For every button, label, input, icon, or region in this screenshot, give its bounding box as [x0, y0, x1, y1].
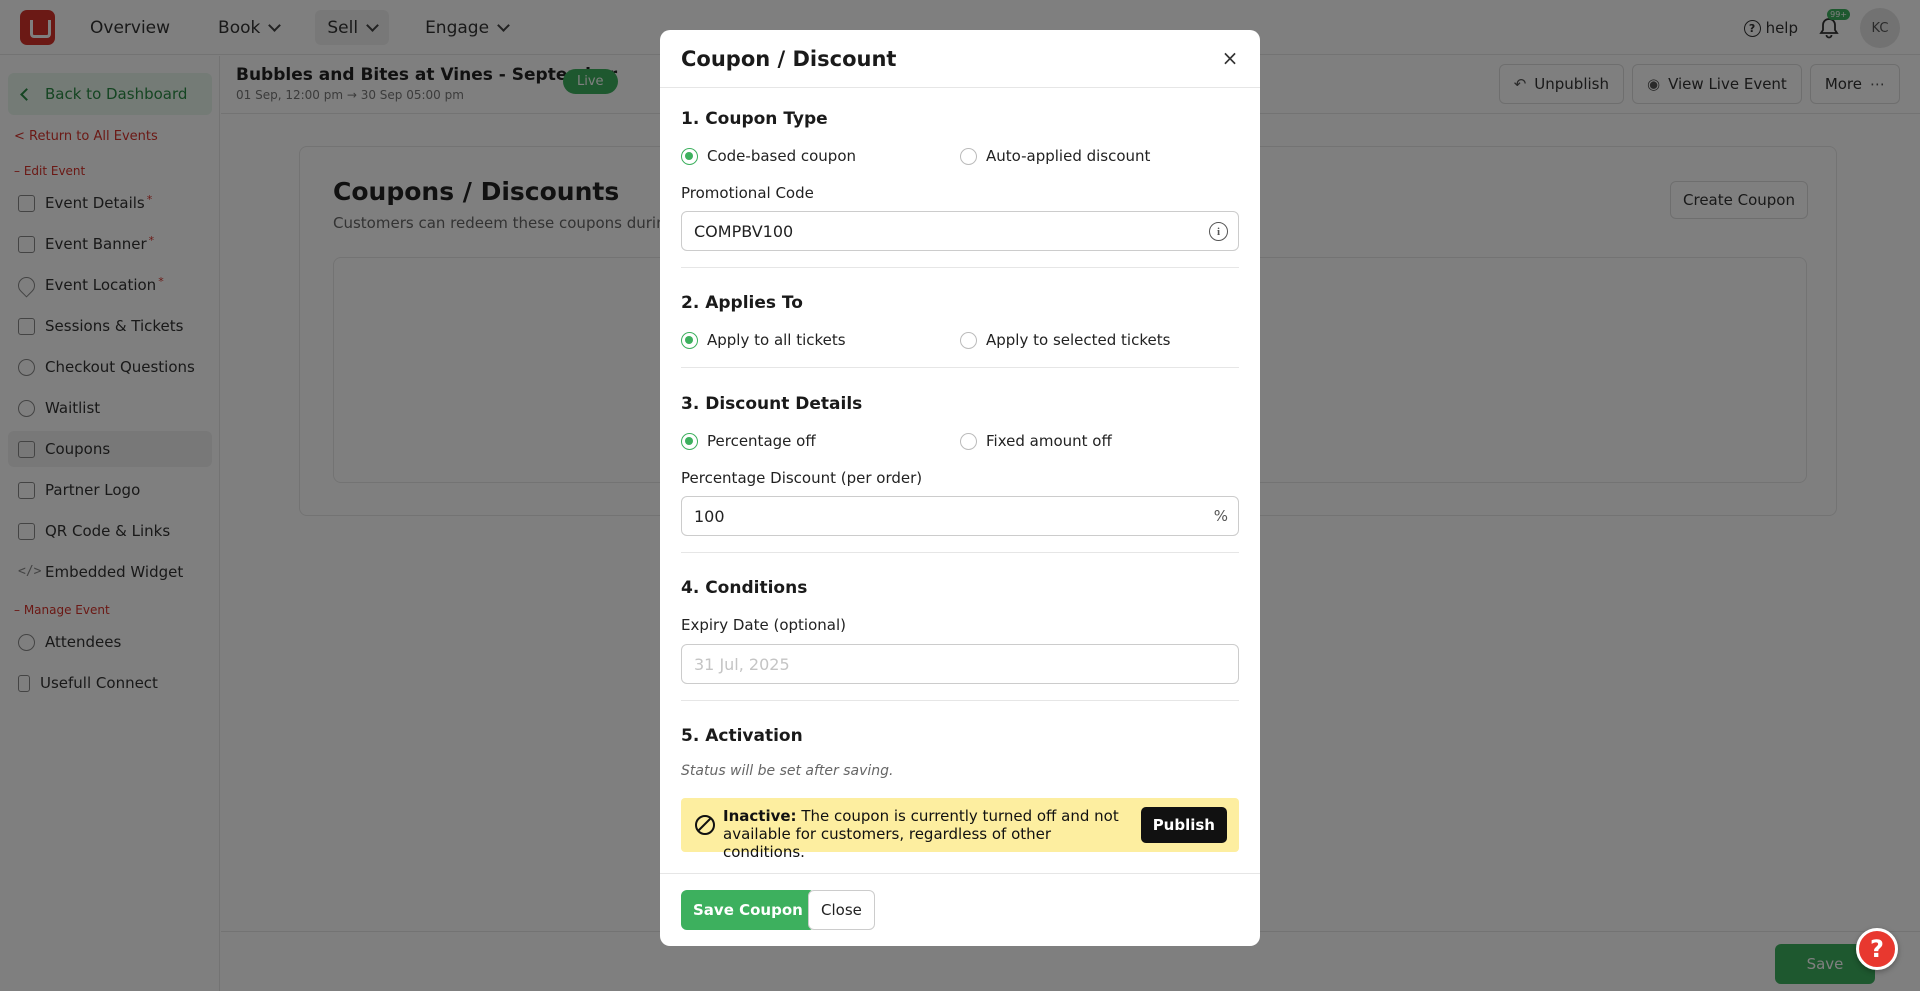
close-button[interactable]: Close — [808, 890, 875, 930]
section-title: 1. Coupon Type — [681, 109, 828, 129]
percentage-discount-label: Percentage Discount (per order) — [681, 469, 923, 487]
close-icon[interactable]: × — [1220, 48, 1240, 68]
radio-checked-icon — [681, 432, 698, 450]
save-coupon-button[interactable]: Save Coupon — [681, 890, 815, 930]
divider — [681, 700, 1239, 701]
modal-header: Coupon / Discount × — [660, 30, 1260, 88]
radio-label: Code-based coupon — [707, 147, 856, 165]
promo-code-label: Promotional Code — [681, 184, 814, 202]
radio-percentage-off[interactable]: Percentage off — [681, 432, 816, 450]
section-discount-details: 3. Discount Details — [681, 394, 1239, 414]
radio-unchecked-icon — [960, 432, 977, 450]
section-title: 4. Conditions — [681, 578, 808, 598]
divider — [681, 367, 1239, 368]
modal-footer: Save Coupon Close — [660, 873, 1260, 946]
status-note: Status will be set after saving. — [681, 763, 894, 779]
alert-message: Inactive: The coupon is currently turned… — [723, 807, 1123, 861]
percentage-value: 100 — [694, 506, 725, 526]
radio-auto-applied[interactable]: Auto-applied discount — [960, 147, 1150, 165]
inactive-alert: Inactive: The coupon is currently turned… — [681, 798, 1239, 861]
section-title: 3. Discount Details — [681, 394, 863, 414]
alert-strong: Inactive: — [723, 807, 797, 825]
section-title: 2. Applies To — [681, 293, 803, 313]
radio-code-based[interactable]: Code-based coupon — [681, 147, 856, 165]
radio-checked-icon — [681, 331, 698, 349]
radio-label: Fixed amount off — [986, 432, 1112, 450]
section-coupon-type: 1. Coupon Type — [681, 109, 1239, 129]
promo-code-value: COMPBV100 — [694, 221, 794, 241]
radio-label: Apply to all tickets — [707, 331, 846, 349]
section-applies-to: 2. Applies To — [681, 293, 1239, 313]
radio-unchecked-icon — [960, 331, 977, 349]
radio-selected-tickets[interactable]: Apply to selected tickets — [960, 331, 1170, 349]
expiry-date-input[interactable]: 31 Jul, 2025 — [681, 644, 1239, 684]
expiry-date-label: Expiry Date (optional) — [681, 616, 846, 634]
help-fab-button[interactable]: ? — [1856, 928, 1898, 970]
coupon-modal: Coupon / Discount × 1. Coupon Type Code-… — [660, 30, 1260, 946]
section-conditions: 4. Conditions — [681, 578, 1239, 598]
divider — [681, 267, 1239, 268]
radio-label: Apply to selected tickets — [986, 331, 1171, 349]
radio-checked-icon — [681, 147, 698, 165]
radio-all-tickets[interactable]: Apply to all tickets — [681, 331, 846, 349]
ban-icon — [695, 815, 715, 835]
modal-title: Coupon / Discount — [681, 47, 897, 71]
publish-button[interactable]: Publish — [1140, 807, 1227, 843]
expiry-placeholder: 31 Jul, 2025 — [694, 654, 790, 674]
info-icon[interactable]: i — [1209, 222, 1228, 241]
divider — [681, 552, 1239, 553]
radio-label: Auto-applied discount — [986, 147, 1151, 165]
section-activation: 5. Activation — [681, 726, 1239, 746]
promo-code-input[interactable]: COMPBV100 i — [681, 211, 1239, 251]
section-title: 5. Activation — [681, 726, 803, 746]
radio-unchecked-icon — [960, 147, 977, 165]
percentage-discount-input[interactable]: 100% — [681, 496, 1239, 536]
radio-label: Percentage off — [707, 432, 816, 450]
percent-sign: % — [1213, 507, 1228, 525]
radio-fixed-amount[interactable]: Fixed amount off — [960, 432, 1112, 450]
